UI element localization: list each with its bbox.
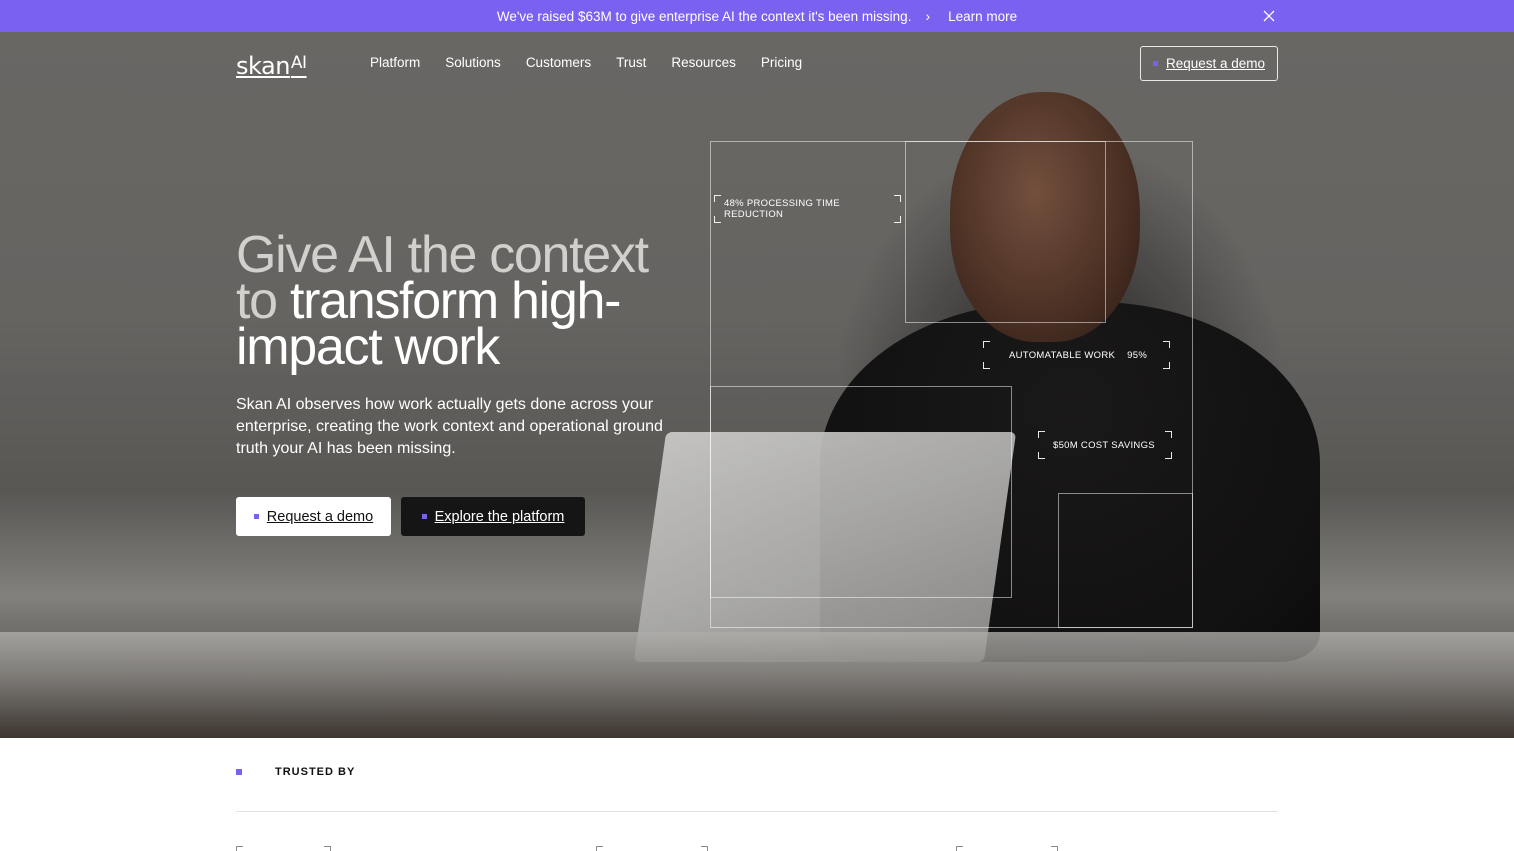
request-demo-label: Request a demo xyxy=(266,508,374,525)
explore-platform-label: Explore the platform xyxy=(434,508,565,525)
square-bullet-icon xyxy=(236,769,242,775)
face-highlight-frame xyxy=(905,141,1106,323)
square-bullet-icon xyxy=(421,514,427,519)
chevron-right-icon: › xyxy=(925,8,931,24)
nav-request-demo-label: Request a demo xyxy=(1165,56,1266,71)
stat-automatable-label: AUTOMATABLE WORK xyxy=(1009,349,1116,361)
trusted-by-label: TRUSTED BY xyxy=(275,766,356,778)
stat-automatable-value: 95% xyxy=(1127,349,1148,361)
announcement-bar: We've raised $63M to give enterprise AI … xyxy=(0,0,1514,32)
nav-link-customers[interactable]: Customers xyxy=(526,55,591,70)
stat-cost-savings: $50M COST SAVINGS xyxy=(1038,431,1172,459)
laptop-highlight-frame xyxy=(710,386,1012,598)
logo-text: skan xyxy=(236,52,290,80)
skan-logo[interactable]: skanAI xyxy=(236,52,307,80)
nav-links: Platform Solutions Customers Trust Resou… xyxy=(370,55,827,70)
stat-savings-text: $50M COST SAVINGS xyxy=(1053,439,1155,451)
request-demo-button[interactable]: Request a demo xyxy=(236,497,391,536)
nav-link-solutions[interactable]: Solutions xyxy=(445,55,501,70)
square-bullet-icon xyxy=(1152,61,1158,66)
customer-logo-slot xyxy=(956,846,1058,851)
hands-highlight-frame xyxy=(1058,493,1193,628)
stat-automatable-work: AUTOMATABLE WORK 95% xyxy=(983,341,1170,369)
nav-link-resources[interactable]: Resources xyxy=(671,55,736,70)
nav-link-trust[interactable]: Trust xyxy=(616,55,646,70)
announcement-message: We've raised $63M to give enterprise AI … xyxy=(496,8,912,24)
section-divider xyxy=(236,811,1278,812)
square-bullet-icon xyxy=(253,514,259,519)
hero-headline-bright: transform high-impact work xyxy=(236,272,621,376)
close-icon[interactable] xyxy=(1262,9,1276,23)
customer-logo-slot xyxy=(236,846,331,851)
hero-subcopy: Skan AI observes how work actually gets … xyxy=(236,396,663,457)
nav-link-platform[interactable]: Platform xyxy=(370,55,420,70)
stat-processing-time: 48% PROCESSING TIME REDUCTION xyxy=(714,195,901,223)
top-navigation: skanAI Platform Solutions Customers Trus… xyxy=(0,32,1514,94)
nav-link-pricing[interactable]: Pricing xyxy=(761,55,802,70)
logo-suffix: AI xyxy=(290,53,307,73)
nav-request-demo-button[interactable]: Request a demo xyxy=(1140,46,1278,81)
customer-logo-slot xyxy=(596,846,708,851)
stat-processing-text: 48% PROCESSING TIME REDUCTION xyxy=(724,198,840,220)
explore-platform-button[interactable]: Explore the platform xyxy=(401,497,585,536)
trusted-by-header: TRUSTED BY xyxy=(236,766,355,778)
hero-headline: Give AI the context to transform high-im… xyxy=(236,229,696,373)
learn-more-link[interactable]: Learn more xyxy=(948,9,1017,24)
